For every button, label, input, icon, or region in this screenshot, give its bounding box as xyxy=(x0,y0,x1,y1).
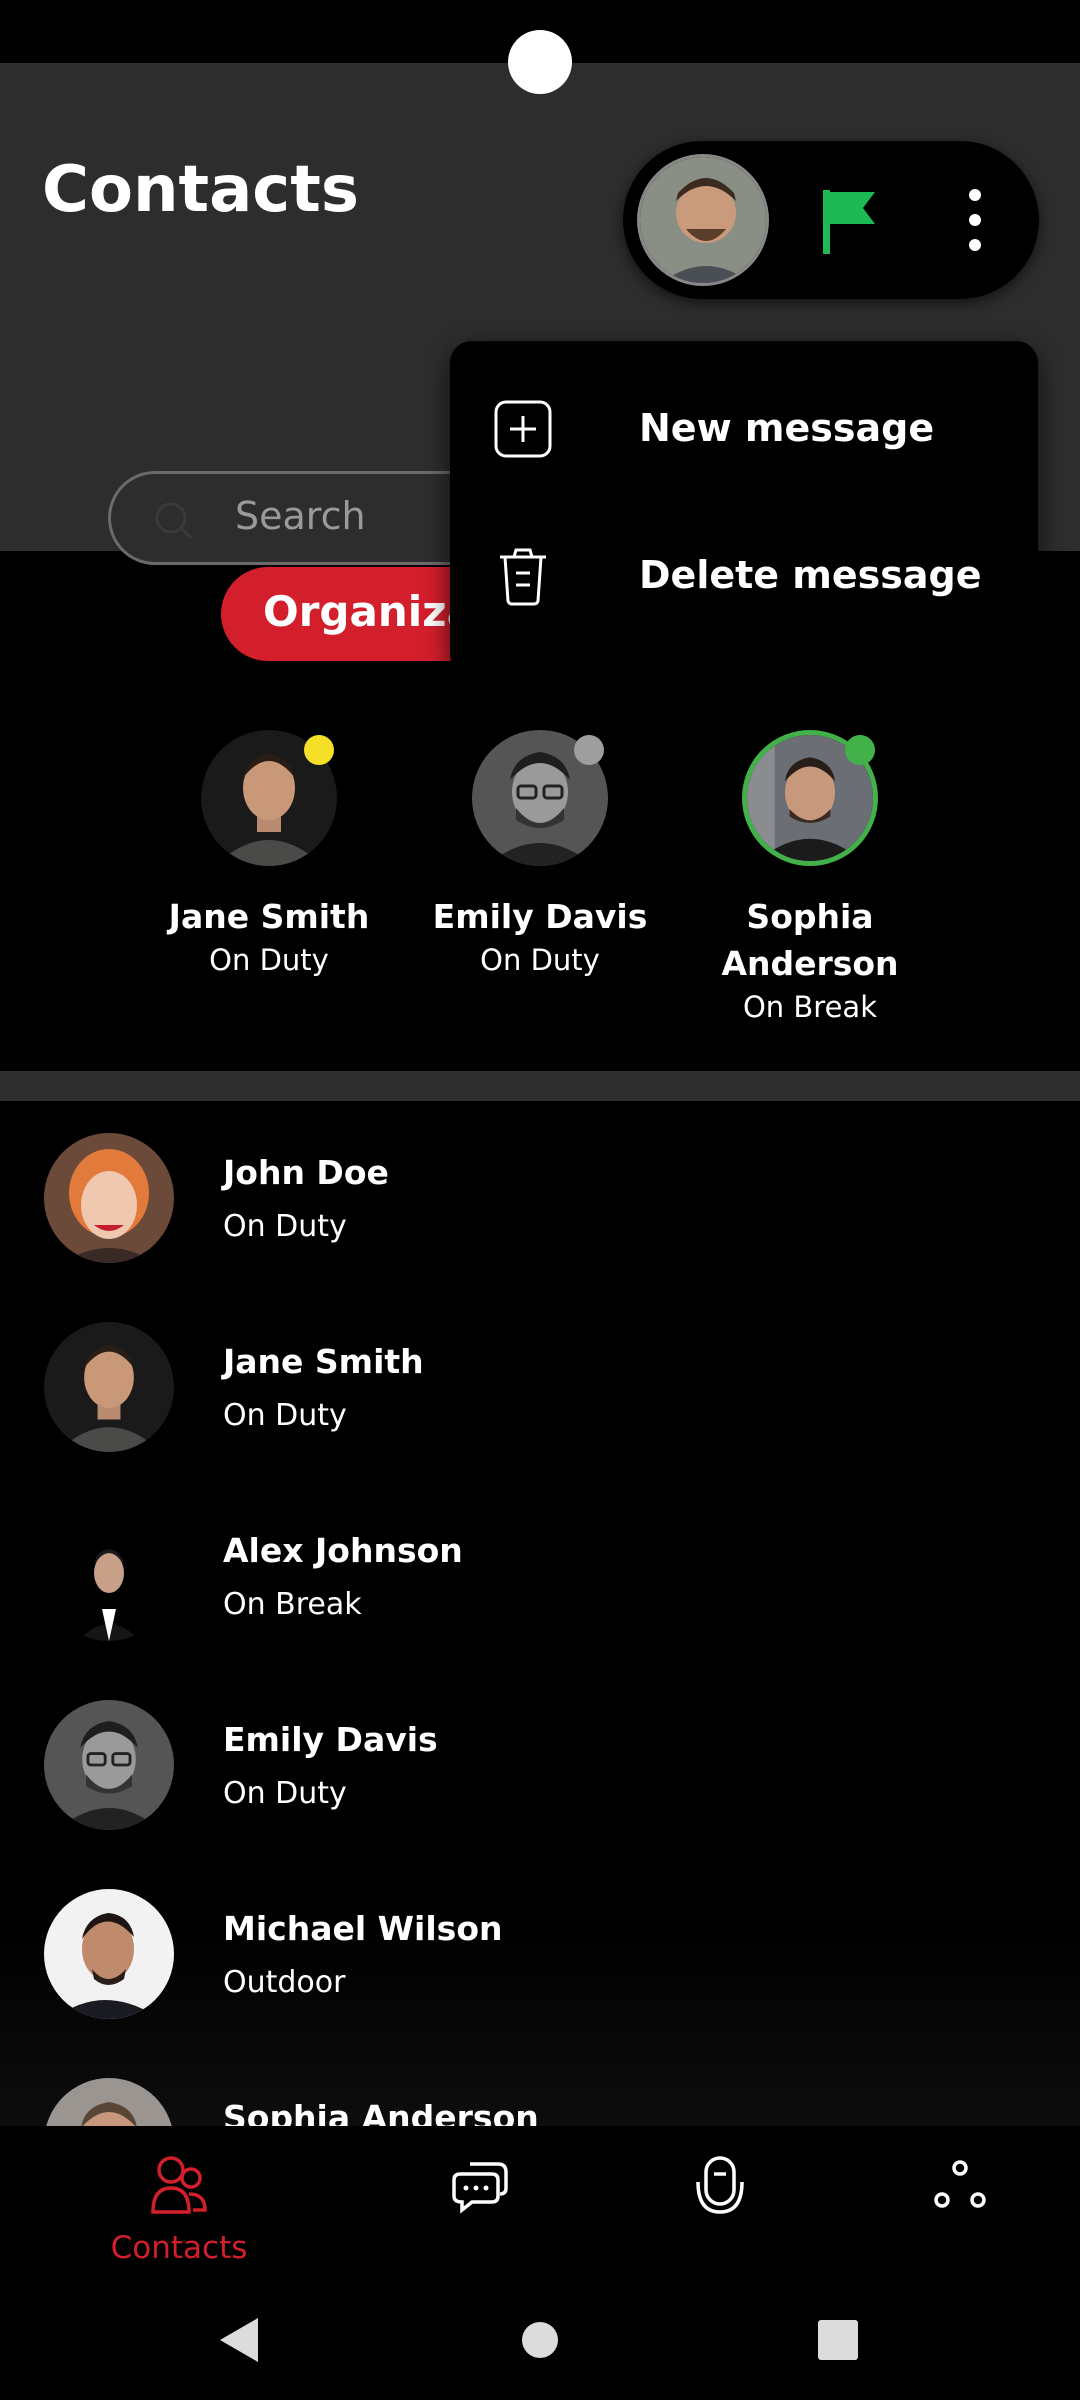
list-item[interactable]: Jane Smith On Duty xyxy=(0,1290,1080,1479)
menu-item-label: Delete message xyxy=(639,553,982,597)
featured-contact-name: Jane Smith xyxy=(168,897,370,936)
featured-contact[interactable]: Jane Smith On Duty xyxy=(159,730,379,1040)
home-icon[interactable] xyxy=(510,2310,570,2370)
contact-name: Michael Wilson xyxy=(223,1909,503,1948)
contact-status: Outdoor xyxy=(223,1965,346,2000)
featured-contact-status: On Break xyxy=(742,990,877,1024)
list-item[interactable]: Sophia Anderson xyxy=(0,2046,1080,2126)
menu-item-delete-message[interactable]: Delete message xyxy=(450,505,1038,645)
section-divider xyxy=(0,1071,1080,1101)
contact-status: On Duty xyxy=(223,1776,347,1811)
contact-status: On Duty xyxy=(223,1209,347,1244)
trash-icon xyxy=(500,548,546,606)
menu-item-label: New message xyxy=(639,406,935,450)
kebab-icon[interactable] xyxy=(960,187,990,253)
plus-square-icon xyxy=(494,400,552,458)
presence-dot xyxy=(304,735,334,765)
contact-name: Alex Johnson xyxy=(223,1531,463,1570)
tab-label: Contacts xyxy=(110,2230,248,2266)
tab-chat[interactable] xyxy=(400,2146,560,2266)
featured-contact[interactable]: Sophia Anderson On Break xyxy=(700,730,920,1040)
walkie-talkie-icon xyxy=(696,2156,744,2214)
chat-icon xyxy=(452,2162,508,2214)
camera-cutout xyxy=(508,30,572,94)
list-item[interactable]: Alex Johnson On Break xyxy=(0,1479,1080,1668)
avatar xyxy=(44,1511,174,1641)
presence-dot xyxy=(845,735,875,765)
contacts-icon xyxy=(151,2156,207,2214)
user-avatar[interactable] xyxy=(637,154,769,286)
featured-contact[interactable]: Emily Davis On Duty xyxy=(430,730,650,1040)
search-placeholder: Search xyxy=(235,494,366,538)
list-item[interactable]: John Doe On Duty xyxy=(0,1101,1080,1290)
featured-contact-name-line: Anderson xyxy=(721,944,899,983)
recents-icon[interactable] xyxy=(808,2310,868,2370)
featured-contact-name-line: Sophia xyxy=(746,897,874,936)
avatar xyxy=(44,1133,174,1263)
contact-status: On Duty xyxy=(223,1398,347,1433)
contact-name: Emily Davis xyxy=(223,1720,438,1759)
share-nodes-icon xyxy=(934,2160,986,2208)
featured-contact-status: On Duty xyxy=(209,943,329,977)
flag-icon[interactable] xyxy=(819,186,879,256)
system-nav-bar xyxy=(0,2286,1080,2400)
list-item[interactable]: Emily Davis On Duty xyxy=(0,1668,1080,1857)
page-title: Contacts xyxy=(42,153,359,227)
tab-contacts[interactable]: Contacts xyxy=(99,2146,259,2266)
avatar xyxy=(44,1889,174,2019)
contacts-list[interactable]: John Doe On Duty Jane Smith On Duty Alex… xyxy=(0,1101,1080,2126)
presence-dot xyxy=(574,735,604,765)
featured-contact-name: Emily Davis xyxy=(432,897,648,936)
contact-status: On Break xyxy=(223,1587,362,1622)
popup-menu: New message Delete message xyxy=(450,341,1038,676)
back-icon[interactable] xyxy=(208,2310,268,2370)
contact-name: John Doe xyxy=(223,1153,389,1192)
avatar xyxy=(44,2078,174,2126)
bottom-nav: Contacts xyxy=(0,2126,1080,2286)
featured-contact-name: Sophia Anderson xyxy=(700,893,920,987)
tab-share[interactable] xyxy=(880,2146,1040,2266)
contact-name: Jane Smith xyxy=(223,1342,424,1381)
menu-item-new-message[interactable]: New message xyxy=(450,358,1038,498)
profile-pill xyxy=(623,141,1039,299)
contact-name: Sophia Anderson xyxy=(223,2098,539,2126)
search-icon xyxy=(155,502,193,540)
featured-contact-status: On Duty xyxy=(480,943,600,977)
tab-walkie-talkie[interactable] xyxy=(640,2146,800,2266)
avatar xyxy=(44,1700,174,1830)
list-item[interactable]: Michael Wilson Outdoor xyxy=(0,1857,1080,2046)
avatar xyxy=(44,1322,174,1452)
